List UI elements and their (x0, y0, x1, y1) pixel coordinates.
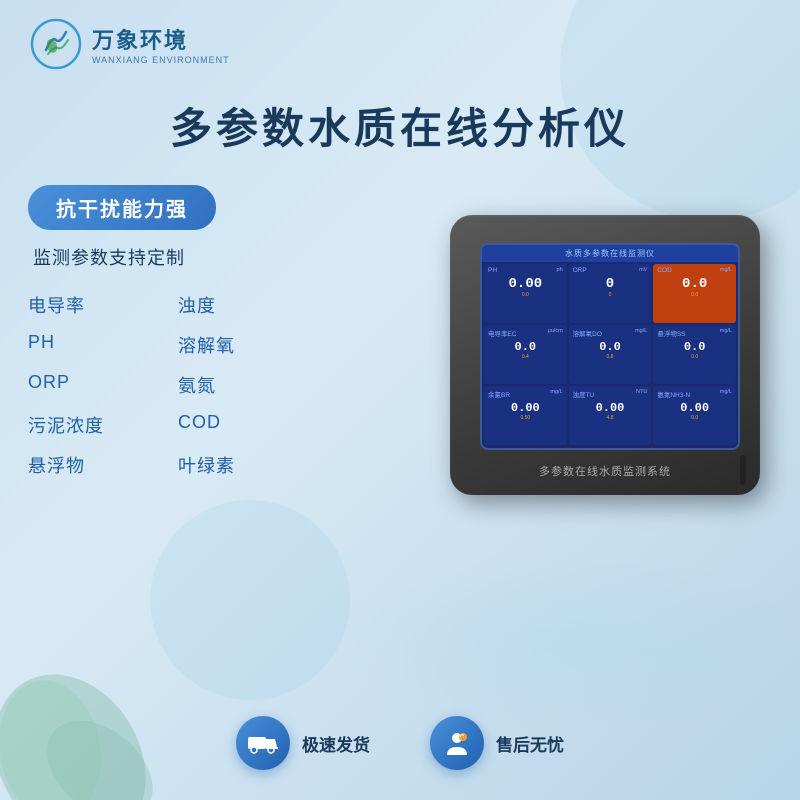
bottom-panel: 极速发货 售后无忧 (0, 716, 800, 770)
feature-item: 污泥浓度 (28, 408, 168, 442)
screen-title: 水质多参数在线监测仪 (482, 245, 738, 262)
person-icon-circle (430, 716, 484, 770)
header: 万象环境 WANXIANG ENVIRONMENT (30, 18, 230, 70)
bottom-feature-delivery: 极速发货 (236, 716, 370, 770)
features-grid: 电导率 浊度 PH 溶解氧 ORP 氨氮 污泥浓度 COD 悬浮物 叶绿素 (28, 288, 318, 482)
device-cable (740, 455, 746, 485)
screen-cell-do: 溶解氧DO mg/L 0.0 0.8 (569, 325, 652, 384)
device-container: 水质多参数在线监测仪 PH ph 0.00 0.0 ORP mV 0 0 COD… (440, 195, 770, 525)
left-panel: 抗干扰能力强 监测参数支持定制 电导率 浊度 PH 溶解氧 ORP 氨氮 污泥浓… (28, 185, 318, 482)
logo-icon (30, 18, 82, 70)
screen-cell-tu: 浊度TU NTU 0.00 4.8 (569, 386, 652, 445)
feature-item: 叶绿素 (178, 448, 318, 482)
screen-grid: PH ph 0.00 0.0 ORP mV 0 0 COD mg/L 0.0 0… (482, 262, 738, 447)
feature-item: COD (178, 408, 318, 442)
screen-cell-ph: PH ph 0.00 0.0 (484, 264, 567, 323)
feature-item: 浊度 (178, 288, 318, 322)
device-body: 水质多参数在线监测仪 PH ph 0.00 0.0 ORP mV 0 0 COD… (450, 215, 760, 495)
device-label: 多参数在线水质监测系统 (450, 463, 760, 479)
custom-text: 监测参数支持定制 (33, 244, 318, 270)
screen-cell-cod: COD mg/L 0.0 0.0 (653, 264, 736, 323)
delivery-label: 极速发货 (302, 731, 370, 756)
logo-text: 万象环境 WANXIANG ENVIRONMENT (92, 23, 230, 65)
truck-icon-circle (236, 716, 290, 770)
bottom-feature-service: 售后无忧 (430, 716, 564, 770)
feature-item: PH (28, 328, 168, 362)
feature-item: ORP (28, 368, 168, 402)
feature-item: 悬浮物 (28, 448, 168, 482)
feature-item: 氨氮 (178, 368, 318, 402)
screen-cell-ec: 电导率EC μu/cm 0.0 0.4 (484, 325, 567, 384)
screen-cell-br: 余氯BR mg/L 0.00 0.50 (484, 386, 567, 445)
device-screen: 水质多参数在线监测仪 PH ph 0.00 0.0 ORP mV 0 0 COD… (480, 243, 740, 450)
highlight-badge: 抗干扰能力强 (28, 185, 216, 230)
feature-item: 电导率 (28, 288, 168, 322)
brand-name-cn: 万象环境 (92, 23, 230, 55)
screen-cell-orp: ORP mV 0 0 (569, 264, 652, 323)
feature-item: 溶解氧 (178, 328, 318, 362)
person-icon (443, 729, 471, 757)
screen-cell-nh3: 氨氮NH3-N mg/L 0.00 0.0 (653, 386, 736, 445)
service-label: 售后无忧 (496, 731, 564, 756)
screen-cell-ss: 悬浮物SS mg/L 0.0 0.0 (653, 325, 736, 384)
truck-icon (247, 731, 279, 755)
brand-name-en: WANXIANG ENVIRONMENT (92, 55, 230, 65)
main-title: 多参数水质在线分析仪 (0, 95, 800, 156)
